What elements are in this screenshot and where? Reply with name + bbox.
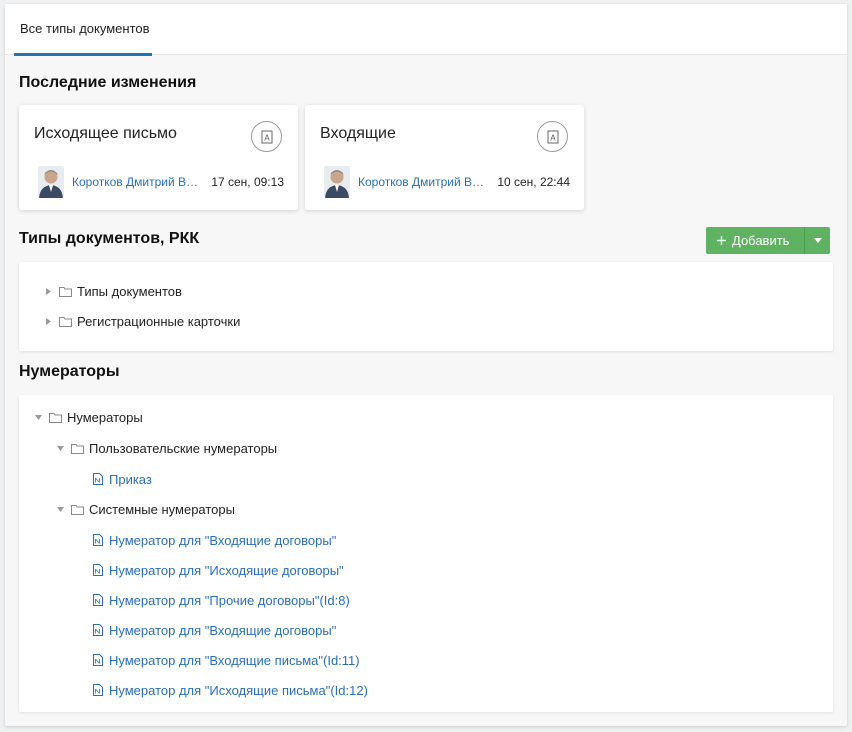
tab-bar: Все типы документов bbox=[5, 4, 847, 56]
svg-text:A: A bbox=[264, 133, 270, 142]
document-icon bbox=[93, 473, 103, 485]
tree-node-label: Нумераторы bbox=[67, 409, 143, 425]
tree-node-label: Регистрационные карточки bbox=[77, 313, 241, 329]
numerator-link[interactable]: Нумератор для "Прочие договоры"(Id:8) bbox=[109, 593, 350, 608]
change-date: 17 сен, 09:13 bbox=[211, 175, 284, 189]
card-title: Исходящее письмо bbox=[34, 125, 177, 142]
card-title: Входящие bbox=[320, 125, 396, 142]
numerator-link[interactable]: Нумератор для "Исходящие письма"(Id:12) bbox=[109, 683, 368, 698]
document-type-icon[interactable]: A bbox=[537, 121, 568, 152]
numerator-item[interactable]: Нумератор для "Прочие договоры"(Id:8) bbox=[93, 591, 350, 609]
numerator-link[interactable]: Нумератор для "Входящие договоры" bbox=[109, 533, 336, 548]
numerator-link[interactable]: Приказ bbox=[109, 472, 152, 487]
add-split-button: Добавить bbox=[706, 227, 830, 254]
add-button[interactable]: Добавить bbox=[706, 227, 804, 254]
collapse-arrow-icon[interactable] bbox=[55, 445, 65, 451]
doc-types-tree: Типы документов Регистрационные карточки bbox=[19, 262, 833, 351]
recent-card[interactable]: Исходящее письмо A Коротков Дмитрий Викт… bbox=[19, 105, 298, 210]
recent-card[interactable]: Входящие A Коротков Дмитрий Викторович 1… bbox=[305, 105, 584, 210]
svg-text:A: A bbox=[550, 133, 556, 142]
numerator-item[interactable]: Нумератор для "Входящие договоры" bbox=[93, 621, 336, 639]
numerator-item[interactable]: Нумератор для "Входящие договоры" bbox=[93, 531, 336, 549]
author-link[interactable]: Коротков Дмитрий Викторович bbox=[72, 175, 204, 189]
author-link[interactable]: Коротков Дмитрий Викторович bbox=[358, 175, 490, 189]
chevron-down-icon bbox=[813, 238, 822, 243]
collapse-arrow-icon[interactable] bbox=[55, 506, 65, 512]
avatar bbox=[38, 166, 64, 198]
document-type-icon[interactable]: A bbox=[251, 121, 282, 152]
tree-node-label: Типы документов bbox=[77, 283, 182, 299]
tab-active-indicator bbox=[14, 53, 152, 56]
numerator-item[interactable]: Нумератор для "Исходящие письма"(Id:12) bbox=[93, 681, 368, 699]
numerator-item[interactable]: Нумератор для "Входящие письма"(Id:11) bbox=[93, 651, 360, 669]
document-icon bbox=[93, 594, 103, 606]
tree-node-group[interactable]: Системные нумераторы bbox=[55, 500, 235, 518]
tab-all-document-types[interactable]: Все типы документов bbox=[14, 4, 157, 56]
numerators-title: Нумераторы bbox=[19, 363, 120, 380]
tree-node-group[interactable]: Пользовательские нумераторы bbox=[55, 439, 277, 457]
tab-label: Все типы документов bbox=[20, 21, 150, 36]
change-date: 10 сен, 22:44 bbox=[497, 175, 570, 189]
numerator-link[interactable]: Нумератор для "Исходящие договоры" bbox=[109, 563, 344, 578]
recent-changes-title: Последние изменения bbox=[19, 74, 197, 91]
document-icon bbox=[93, 684, 103, 696]
numerators-tree: Нумераторы Пользовательские нумераторы П… bbox=[19, 395, 833, 712]
add-dropdown-button[interactable] bbox=[804, 227, 830, 254]
document-icon bbox=[93, 564, 103, 576]
tree-node[interactable]: Типы документов bbox=[43, 282, 182, 300]
folder-icon bbox=[71, 504, 84, 515]
numerator-item[interactable]: Приказ bbox=[93, 470, 152, 488]
document-icon bbox=[93, 534, 103, 546]
folder-icon bbox=[59, 316, 72, 327]
folder-icon bbox=[59, 286, 72, 297]
main-panel: Все типы документов Последние изменения … bbox=[5, 4, 847, 726]
document-icon bbox=[93, 654, 103, 666]
avatar bbox=[324, 166, 350, 198]
numerator-item[interactable]: Нумератор для "Исходящие договоры" bbox=[93, 561, 344, 579]
numerator-link[interactable]: Нумератор для "Входящие письма"(Id:11) bbox=[109, 653, 360, 668]
tree-node-label: Пользовательские нумераторы bbox=[89, 440, 278, 456]
folder-icon bbox=[71, 443, 84, 454]
tree-node-label: Системные нумераторы bbox=[89, 501, 235, 517]
numerator-link[interactable]: Нумератор для "Входящие договоры" bbox=[109, 623, 336, 638]
folder-icon bbox=[49, 412, 62, 423]
tree-node-root[interactable]: Нумераторы bbox=[33, 408, 143, 426]
expand-arrow-icon[interactable] bbox=[43, 317, 53, 325]
add-button-label: Добавить bbox=[732, 233, 790, 248]
tree-node[interactable]: Регистрационные карточки bbox=[43, 312, 240, 330]
document-icon bbox=[93, 624, 103, 636]
doc-types-title: Типы документов, РКК bbox=[19, 230, 200, 247]
collapse-arrow-icon[interactable] bbox=[33, 414, 43, 420]
expand-arrow-icon[interactable] bbox=[43, 287, 53, 295]
plus-icon bbox=[717, 236, 726, 245]
